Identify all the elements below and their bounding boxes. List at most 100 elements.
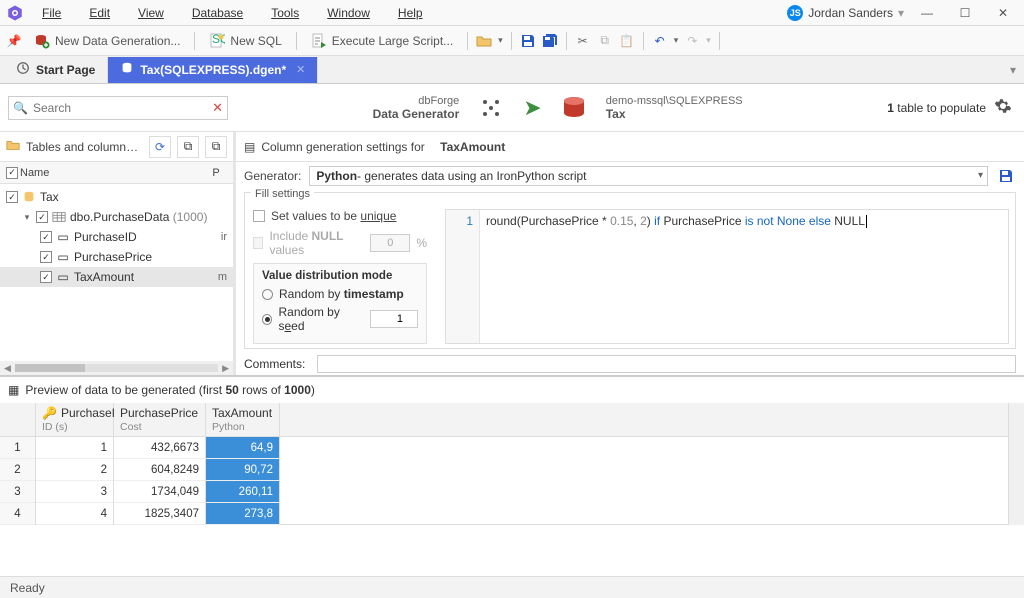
fill-settings-legend: Fill settings [251,188,314,200]
app-icon [6,4,24,22]
window-minimize-button[interactable]: — [912,3,942,23]
user-badge[interactable]: JS Jordan Sanders ▾ [787,5,904,21]
cell[interactable]: 3 [36,481,113,503]
python-code-editor[interactable]: 1 round(PurchasePrice * 0.15, 2) if Purc… [445,209,1009,344]
tree-col-purchaseprice[interactable]: PurchasePrice [74,250,207,264]
menu-help[interactable]: Help [386,4,435,22]
row-num-2[interactable]: 2 [0,459,35,481]
copy-button[interactable]: ⧉ [177,136,199,158]
cell[interactable]: 4 [36,503,113,525]
svg-text:SQL: SQL [212,33,225,46]
column-settings-panel: ▤ Column generation settings for TaxAmou… [236,132,1024,375]
script-run-icon [311,33,327,49]
save-icon[interactable] [520,33,536,49]
tree-col-purchaseid[interactable]: PurchaseID [74,230,207,244]
cell[interactable]: 260,11 [206,481,279,503]
new-data-generation-button[interactable]: New Data Generation... [28,31,186,51]
menu-file[interactable]: File [30,4,73,22]
cell[interactable]: 1734,049 [114,481,205,503]
save-generator-button[interactable] [996,166,1016,186]
cell[interactable]: 64,9 [206,437,279,459]
panel-title: Tables and columns to p... [26,140,143,154]
generator-select[interactable]: Python - generates data using an IronPyt… [309,166,988,186]
status-text: Ready [10,581,45,595]
chevron-down-icon: ▾ [898,6,904,20]
tree-table[interactable]: dbo.PurchaseData (1000) [70,210,227,224]
menu-window[interactable]: Window [315,4,382,22]
document-tabs: Start Page Tax(SQLEXPRESS).dgen* ✕ ▾ [0,56,1024,84]
tab-start-page[interactable]: Start Page [4,57,108,83]
save-all-icon[interactable] [542,33,558,49]
table-icon [52,210,66,224]
cell[interactable]: 604,8249 [114,459,205,481]
tab-close-icon[interactable]: ✕ [296,63,305,76]
key-icon: 🔑 [42,406,57,420]
cut-icon[interactable]: ✂ [575,33,591,49]
comments-input[interactable] [317,355,1016,373]
cell[interactable]: 273,8 [206,503,279,525]
menu-edit[interactable]: Edit [77,4,122,22]
tree-db[interactable]: Tax [40,190,227,204]
sql-file-icon: SQL [209,33,225,49]
execute-large-script-button[interactable]: Execute Large Script... [305,31,459,51]
column-icon: ▭ [56,270,70,284]
status-bar: Ready [0,576,1024,598]
refresh-button[interactable]: ⟳ [149,136,171,158]
dropdown-arrow-icon[interactable]: ▾ [498,35,503,46]
menu-database[interactable]: Database [180,4,255,22]
preview-panel: ▦ Preview of data to be generated (first… [0,376,1024,525]
tables-panel: Tables and columns to p... ⟳ ⧉ ⧉ ✓ Name … [0,132,236,375]
cell[interactable]: 1 [36,437,113,459]
menu-view[interactable]: View [126,4,176,22]
table-count: 1 [887,101,894,115]
undo-icon[interactable]: ↶ [652,33,668,49]
col-name-header[interactable]: Name [20,167,205,179]
tree-col-taxamount[interactable]: TaxAmount [74,270,207,284]
row-num-1[interactable]: 1 [0,437,35,459]
db-checkbox[interactable]: ✓ [6,191,18,203]
cell[interactable]: 90,72 [206,459,279,481]
unique-checkbox[interactable] [253,210,265,222]
window-maximize-button[interactable]: ☐ [950,3,980,23]
radio-timestamp[interactable] [262,289,273,300]
new-sql-button[interactable]: SQL New SQL [203,31,287,51]
redo-icon[interactable]: ↷ [684,33,700,49]
row-num-3[interactable]: 3 [0,481,35,503]
chevron-down-icon: ▾ [978,170,983,181]
preview-v-scrollbar[interactable] [1008,403,1024,525]
paste-icon[interactable]: 📋 [619,33,635,49]
source-product: dbForge [373,95,460,107]
folder-icon [6,138,20,155]
col-p-header[interactable]: P [205,167,227,179]
tab-tax-dgen[interactable]: Tax(SQLEXPRESS).dgen* ✕ [108,57,318,83]
copy-icon[interactable]: ⧉ [597,33,613,49]
column-icon: ▭ [56,250,70,264]
cell[interactable]: 432,6673 [114,437,205,459]
select-all-checkbox[interactable]: ✓ [6,167,18,179]
cell[interactable]: 2 [36,459,113,481]
search-input[interactable] [8,96,228,120]
window-close-button[interactable]: ✕ [988,3,1018,23]
gear-icon[interactable] [994,97,1012,118]
row-num-4[interactable]: 4 [0,503,35,525]
menu-tools[interactable]: Tools [259,4,311,22]
table-checkbox[interactable]: ✓ [36,211,48,223]
database-icon [560,94,588,122]
clear-search-icon[interactable]: ✕ [212,100,223,116]
col-taxamount-checkbox[interactable]: ✓ [40,271,52,283]
radio-seed[interactable] [262,314,272,325]
object-tree[interactable]: ✓ Tax ▾ ✓ dbo.PurchaseData (1000) ✓ ▭ Pu… [0,184,233,361]
undo-dropdown-icon[interactable]: ▾ [674,35,679,46]
copy-all-button[interactable]: ⧉ [205,136,227,158]
col-purchaseid-checkbox[interactable]: ✓ [40,231,52,243]
tabs-overflow-icon[interactable]: ▾ [1002,63,1024,77]
expander-icon[interactable]: ▾ [22,212,32,223]
tree-h-scrollbar[interactable]: ◀ ▶ [0,361,233,375]
column-settings-icon: ▤ [244,140,255,154]
cell[interactable]: 1825,3407 [114,503,205,525]
seed-input[interactable] [370,310,418,328]
redo-dropdown-icon[interactable]: ▾ [706,35,711,46]
open-folder-icon[interactable] [476,33,492,49]
pin-icon[interactable]: 📌 [6,33,22,49]
col-purchaseprice-checkbox[interactable]: ✓ [40,251,52,263]
